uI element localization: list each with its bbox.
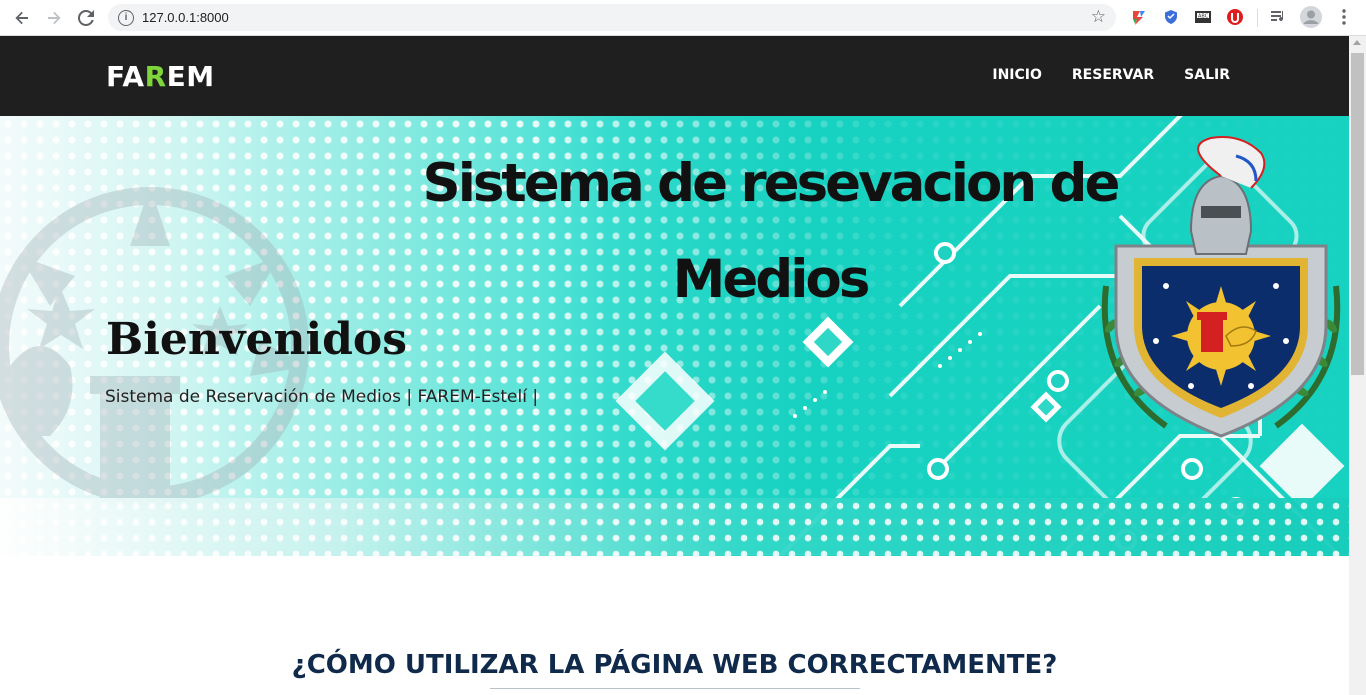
scroll-up-arrow-icon[interactable] [1353,40,1361,45]
site-header: FAREM INICIO RESERVAR SALIR [0,36,1349,116]
nav-salir[interactable]: SALIR [1184,67,1230,83]
reload-icon[interactable] [70,2,102,34]
extension-icon-4[interactable] [1224,6,1246,28]
hero-banner: Sistema de resevacion de Medios Bienveni… [0,116,1349,556]
system-title: Sistema de resevacion de Medios [420,136,1121,328]
svg-text:ABC: ABC [1198,14,1209,20]
system-title-line-2: Medios [672,249,871,310]
nav-inicio[interactable]: INICIO [992,67,1042,83]
forward-arrow-icon[interactable] [38,2,70,34]
nav-reservar[interactable]: RESERVAR [1072,67,1154,83]
info-icon[interactable]: i [118,9,134,26]
system-title-line-1: Sistema de resevacion de [422,153,1121,214]
university-seal-icon [1101,136,1341,438]
extension-icon-2[interactable] [1160,6,1182,28]
logo-part-1: FA [106,60,145,93]
extension-icon-3[interactable]: ABC [1192,6,1214,28]
scrollbar-thumb[interactable] [1351,53,1364,375]
section-title-underline [490,688,860,689]
main-nav: INICIO RESERVAR SALIR [992,67,1230,83]
strip-pattern [0,498,1349,556]
bookmark-star-icon[interactable]: ☆ [1091,7,1106,27]
hero-subtitle: Sistema de Reservación de Medios | FAREM… [105,387,539,407]
page-scrollbar[interactable] [1349,36,1366,695]
welcome-heading: Bienvenidos [106,314,408,365]
toolbar-divider [1257,9,1258,27]
extension-icon-1[interactable] [1128,6,1150,28]
url-text: 127.0.0.1:8000 [142,10,229,25]
hero-bottom-strip [0,498,1349,556]
browser-toolbar: i 127.0.0.1:8000 ☆ ABC [0,0,1366,36]
section-title: ¿CÓMO UTILIZAR LA PÁGINA WEB CORRECTAMEN… [291,650,1058,680]
media-icon[interactable] [1268,6,1290,28]
logo-part-3: EM [166,60,215,93]
back-arrow-icon[interactable] [6,2,38,34]
site-logo[interactable]: FAREM [106,60,215,93]
profile-avatar-icon[interactable] [1300,6,1322,28]
logo-part-2: R [144,60,167,93]
address-bar[interactable]: i 127.0.0.1:8000 ☆ [108,4,1116,31]
menu-dots-icon[interactable] [1333,6,1355,28]
